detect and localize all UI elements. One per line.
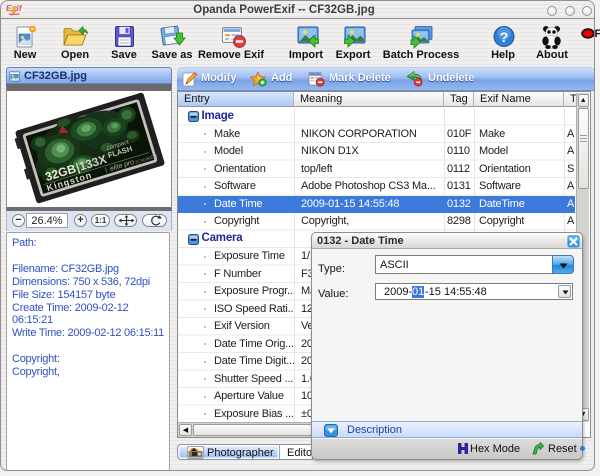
svg-text:?: ? — [500, 29, 509, 45]
